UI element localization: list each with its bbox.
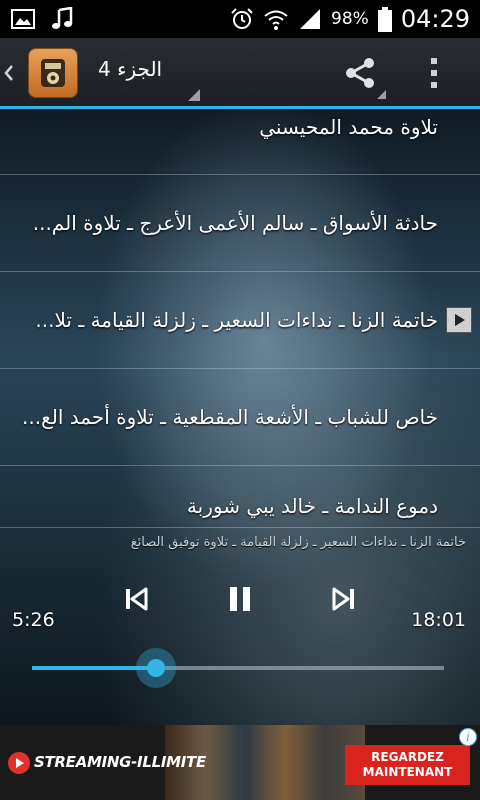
content-area: تلاوة محمد المحيسني حادثة الأسواق ـ سالم…	[0, 109, 480, 725]
now-playing-title: خاتمة الزنا ـ نداءات السعير ـ زلزلة القي…	[130, 535, 466, 550]
list-item[interactable]: حادثة الأسواق ـ سالم الأعمى الأعرج ـ تلا…	[0, 175, 480, 272]
battery-icon	[377, 7, 393, 32]
status-bar: 98% 04:29	[0, 0, 480, 38]
share-icon	[346, 58, 374, 88]
list-item[interactable]: دموع الندامة ـ خالد يبي شوربة	[0, 466, 480, 526]
ad-info-icon[interactable]: i	[459, 728, 477, 746]
play-indicator-icon	[446, 307, 472, 333]
ad-cta-button[interactable]: REGARDEZ MAINTENANT	[345, 745, 470, 785]
share-button[interactable]	[330, 43, 390, 103]
back-chevron-icon[interactable]	[0, 38, 18, 108]
image-icon	[10, 7, 36, 31]
elapsed-time: 5:26	[12, 609, 55, 631]
app-logo-icon[interactable]	[28, 48, 78, 98]
next-icon	[332, 587, 354, 611]
seek-bar[interactable]	[32, 648, 444, 688]
part-spinner[interactable]: الجزء 4	[92, 43, 200, 103]
list-item[interactable]: تلاوة محمد المحيسني	[0, 109, 480, 175]
track-title: دموع الندامة ـ خالد يبي شوربة	[186, 494, 438, 518]
battery-percent: 98%	[331, 9, 369, 29]
list-item[interactable]: خاتمة الزنا ـ نداءات السعير ـ زلزلة القي…	[0, 272, 480, 369]
player-divider	[0, 527, 480, 528]
alarm-icon	[229, 7, 255, 31]
pause-button[interactable]	[220, 579, 260, 619]
previous-icon	[126, 587, 148, 611]
seek-thumb[interactable]	[136, 648, 176, 688]
track-title: تلاوة محمد المحيسني	[259, 115, 438, 139]
pause-icon	[230, 587, 250, 611]
ad-brand: STREAMING-ILLIMITE	[34, 753, 206, 771]
total-time: 18:01	[411, 609, 466, 631]
track-title: خاتمة الزنا ـ نداءات السعير ـ زلزلة القي…	[35, 308, 438, 332]
player-panel: خاتمة الزنا ـ نداءات السعير ـ زلزلة القي…	[0, 527, 480, 725]
track-title: خاص للشباب ـ الأشعة المقطعية ـ تلاوة أحم…	[22, 405, 438, 429]
track-list: تلاوة محمد المحيسني حادثة الأسواق ـ سالم…	[0, 109, 480, 526]
wifi-icon	[263, 7, 289, 31]
clock: 04:29	[400, 5, 470, 33]
overflow-menu-icon[interactable]	[414, 43, 454, 103]
next-button[interactable]	[324, 579, 364, 619]
play-logo-icon	[8, 752, 30, 774]
list-item[interactable]: خاص للشباب ـ الأشعة المقطعية ـ تلاوة أحم…	[0, 369, 480, 466]
track-title: حادثة الأسواق ـ سالم الأعمى الأعرج ـ تلا…	[32, 211, 438, 235]
part-title: الجزء 4	[98, 57, 163, 81]
action-bar: الجزء 4	[0, 38, 480, 108]
music-note-icon	[50, 6, 76, 31]
share-dropdown-icon	[377, 90, 386, 99]
spinner-arrow-icon	[188, 89, 200, 101]
signal-icon	[297, 7, 323, 31]
ad-banner[interactable]: STREAMING-ILLIMITE REGARDEZ MAINTENANT i	[0, 725, 480, 800]
previous-button[interactable]	[116, 579, 156, 619]
